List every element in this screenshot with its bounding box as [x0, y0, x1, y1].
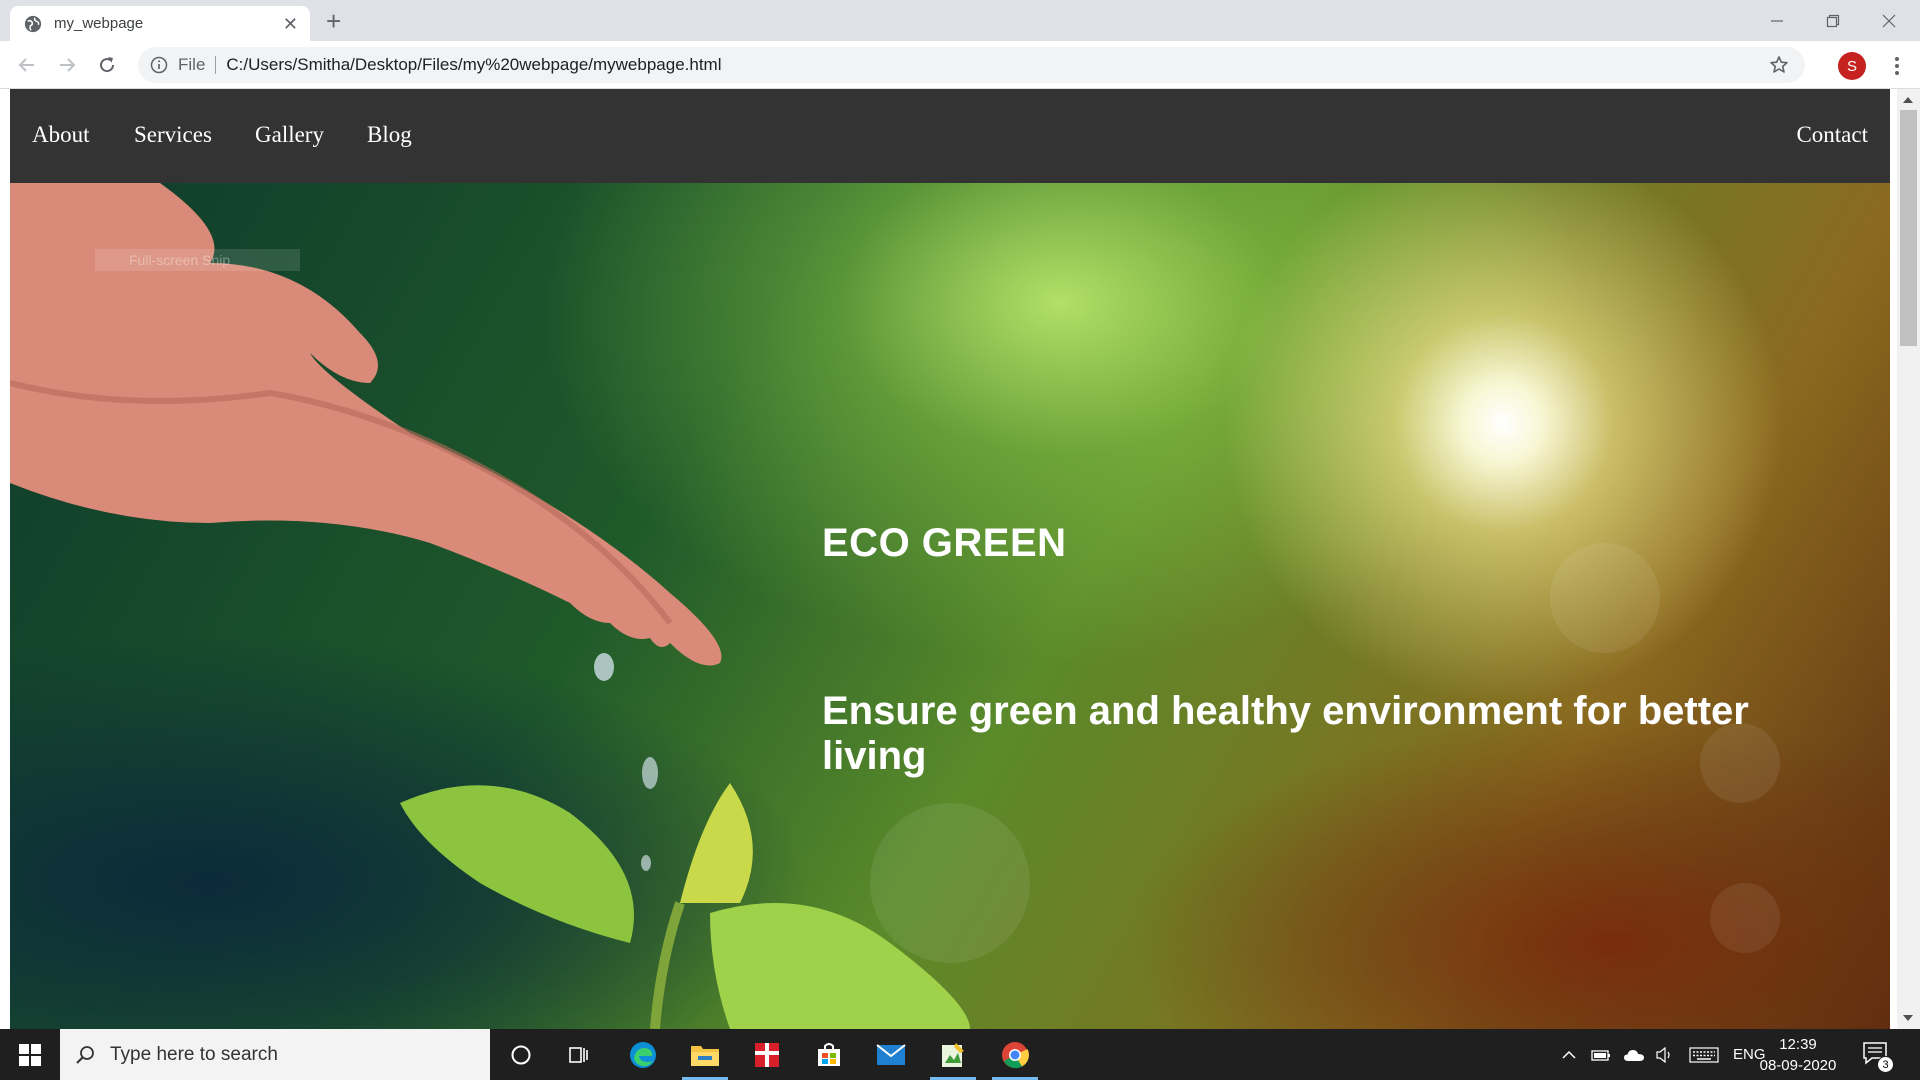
onedrive-cloud-icon[interactable] [1623, 1048, 1645, 1062]
water-drop-icon [594, 653, 614, 681]
hero-title: ECO GREEN [822, 521, 1067, 565]
minimize-button[interactable] [1749, 0, 1805, 41]
url-scheme-label: File [178, 56, 217, 74]
edge-icon [630, 1041, 656, 1068]
page-viewport: About Services Gallery Blog Contact Full… [0, 89, 1920, 1029]
taskbar-search-box[interactable]: Type here to search [60, 1029, 490, 1080]
taskbar-app-file-explorer[interactable] [674, 1029, 736, 1080]
water-drop-icon [641, 855, 651, 871]
restore-button[interactable] [1805, 0, 1861, 41]
windows-logo-icon [19, 1043, 41, 1066]
nav-link-blog[interactable]: Blog [367, 122, 412, 148]
start-button[interactable] [0, 1029, 60, 1080]
leaf-illustration [400, 785, 634, 943]
close-window-button[interactable] [1861, 0, 1917, 41]
new-tab-button[interactable]: + [326, 8, 341, 34]
notepad-icon [942, 1042, 964, 1067]
profile-avatar[interactable]: S [1838, 52, 1866, 80]
notification-count-badge: 3 [1877, 1056, 1894, 1073]
taskbar-app-mail[interactable] [860, 1029, 922, 1080]
task-view-icon [569, 1046, 588, 1063]
task-view-button[interactable] [548, 1029, 610, 1080]
clock-date: 08-09-2020 [1759, 1057, 1837, 1074]
tab-title: my_webpage [54, 15, 144, 32]
taskbar-app-gift[interactable] [736, 1029, 798, 1080]
taskbar-app-notepad[interactable] [922, 1029, 984, 1080]
lens-flare [1710, 883, 1780, 953]
store-icon [818, 1042, 840, 1066]
browser-toolbar: File C:/Users/Smitha/Desktop/Files/my%20… [0, 41, 1920, 89]
scroll-down-arrow-icon[interactable] [1903, 1015, 1913, 1021]
restore-icon [1826, 14, 1840, 27]
forward-arrow-icon [60, 58, 76, 72]
bookmark-star-icon[interactable] [1769, 55, 1789, 75]
globe-icon [24, 15, 42, 32]
nav-link-contact[interactable]: Contact [1796, 122, 1868, 148]
page-scrollbar[interactable] [1897, 89, 1920, 1029]
minimize-icon [1771, 19, 1783, 22]
more-menu-icon[interactable] [1886, 55, 1908, 77]
clock-time: 12:39 [1779, 1036, 1817, 1053]
chrome-icon [1002, 1041, 1029, 1068]
scroll-up-arrow-icon[interactable] [1903, 97, 1913, 103]
volume-icon[interactable] [1655, 1046, 1675, 1063]
reload-icon [100, 57, 115, 73]
forward-button[interactable] [53, 51, 81, 79]
taskbar-clock[interactable]: 12:39 08-09-2020 [1756, 1034, 1840, 1076]
chevron-up-icon[interactable] [1561, 1048, 1577, 1062]
taskbar-app-store[interactable] [798, 1029, 860, 1080]
taskbar-app-edge[interactable] [612, 1029, 674, 1080]
water-drop-icon [642, 757, 658, 789]
close-tab-icon[interactable]: ✕ [283, 15, 298, 33]
nav-link-gallery[interactable]: Gallery [255, 122, 324, 148]
search-placeholder: Type here to search [110, 1043, 278, 1065]
gift-app-icon [755, 1042, 779, 1067]
snip-overlay-label: Full-screen Snip [95, 249, 300, 271]
taskbar-app-chrome[interactable] [984, 1029, 1046, 1080]
system-tray: ENG [1561, 1029, 1766, 1080]
site-navbar: About Services Gallery Blog Contact [10, 89, 1890, 183]
seedling-stem [650, 901, 685, 1029]
leaf-illustration [680, 783, 753, 903]
hero-subtitle: Ensure green and healthy environment for… [822, 689, 1749, 778]
cortana-button[interactable] [490, 1029, 552, 1080]
back-button[interactable] [13, 51, 41, 79]
keyboard-icon[interactable] [1689, 1046, 1719, 1063]
info-icon[interactable] [150, 56, 168, 74]
nav-link-about[interactable]: About [32, 122, 90, 148]
cortana-icon [511, 1045, 531, 1064]
windows-taskbar: Type here to search ENG 12:39 08-09-2020… [0, 1029, 1920, 1080]
file-explorer-icon [691, 1045, 719, 1066]
mail-icon [876, 1043, 906, 1065]
search-icon [76, 1045, 94, 1064]
lens-flare [1550, 543, 1660, 653]
address-bar[interactable]: File C:/Users/Smitha/Desktop/Files/my%20… [138, 47, 1805, 83]
close-window-icon [1882, 14, 1896, 27]
back-arrow-icon [18, 58, 34, 72]
reload-button[interactable] [93, 51, 121, 79]
browser-tab-strip: my_webpage ✕ + [0, 0, 1920, 41]
battery-icon[interactable] [1591, 1048, 1611, 1062]
lens-flare [870, 803, 1030, 963]
browser-tab[interactable]: my_webpage ✕ [10, 6, 310, 41]
url-text[interactable]: C:/Users/Smitha/Desktop/Files/my%20webpa… [226, 55, 721, 75]
scrollbar-thumb[interactable] [1900, 110, 1917, 346]
hero-banner: Full-screen Snip ECO GREEN Ensure green … [10, 183, 1890, 1029]
action-center-button[interactable]: 3 [1862, 1041, 1894, 1073]
nav-link-services[interactable]: Services [134, 122, 212, 148]
